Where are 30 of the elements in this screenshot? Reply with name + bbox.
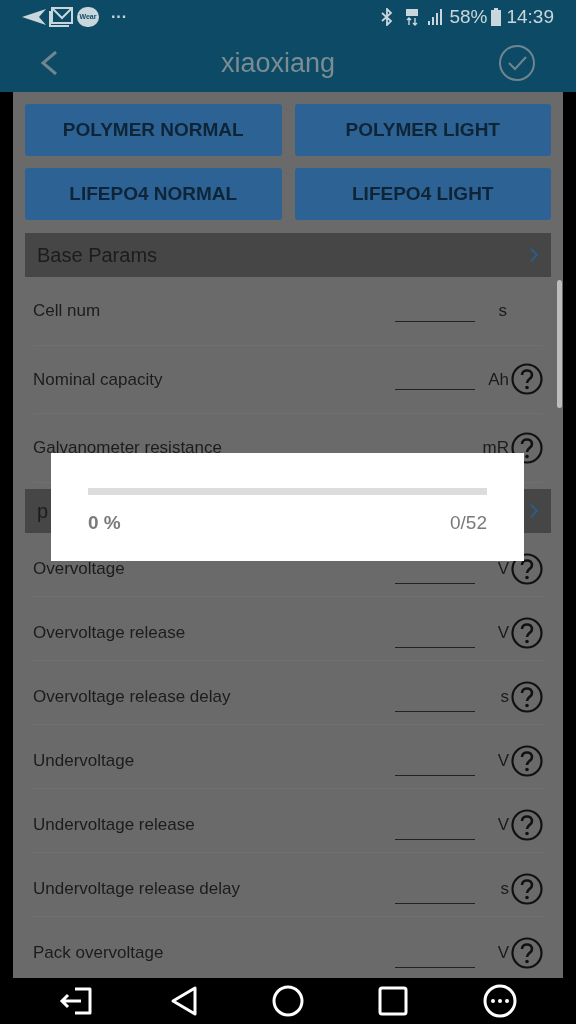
parameter-label: Nominal capacity [33,368,164,391]
unit-label: V [497,558,509,581]
parameter-label: Pack overvoltage [33,942,165,965]
unit-label: V [497,814,509,837]
parameter-label: Undervoltage release [33,814,196,837]
unit-label: s [500,878,509,901]
parameter-label: Undervoltage [33,750,136,773]
preset-button[interactable]: POLYMER NORMAL [25,104,282,156]
unit-label: V [497,942,509,965]
parameter-label: Galvanometer resistance [33,437,223,459]
unit-label: Ah [488,368,509,391]
clock: 14:39 [506,4,554,29]
unit-label: mR [482,437,509,459]
unit-label: s [500,686,509,709]
unit-label: V [497,750,509,773]
screen-title: xiaoxiang [220,46,336,80]
progress-percent: 0 % [88,511,121,535]
parameter-label: Overvoltage release [33,622,187,645]
preset-button[interactable]: LIFEPO4 NORMAL [25,168,282,220]
unit-label: s [498,300,507,322]
preset-button[interactable]: POLYMER LIGHT [294,104,551,156]
progress-count: 0/52 [450,511,487,535]
parameter-label: Cell num [33,300,102,322]
parameter-label: Overvoltage [33,558,126,581]
unit-label: V [497,622,509,645]
preset-button[interactable]: LIFEPO4 LIGHT [294,168,551,220]
parameter-label: Undervoltage release delay [33,878,241,901]
parameter-label: Overvoltage release delay [33,686,232,709]
more-notifications: ··· [111,7,127,27]
battery-percent: 58% [449,4,488,29]
